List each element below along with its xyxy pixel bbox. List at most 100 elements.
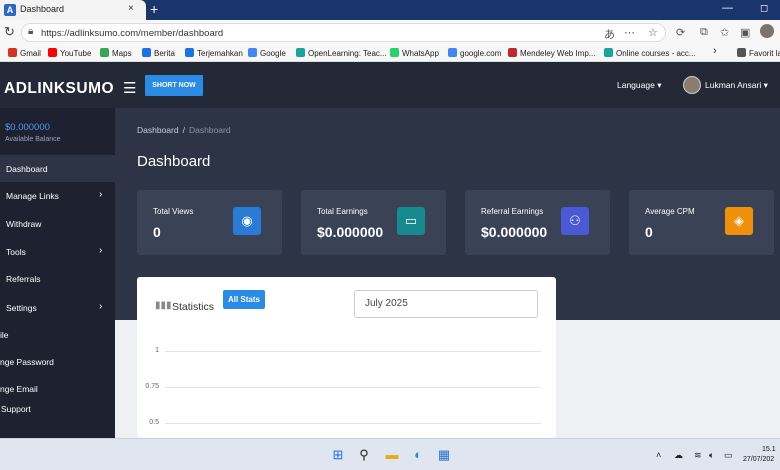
window-minimize-icon[interactable]: — [722,2,733,14]
bookmark-label: Maps [112,49,132,58]
cloud-sync-icon[interactable]: ☁ [674,450,683,461]
bookmark-favicon-icon [737,48,746,57]
user-menu[interactable]: Lukman Ansari ▾ [705,80,768,91]
wifi-icon[interactable]: ≋ [694,450,702,461]
breadcrumb: Dashboard / Dashboard [137,125,231,135]
extensions-icon[interactable]: ⧉ [700,26,708,39]
url-text[interactable]: https://adlinksumo.com/member/dashboard [41,28,223,39]
y-axis-tick: 0.75 [145,383,159,390]
chart-gridline [165,387,541,388]
available-balance-label: Available Balance [5,136,61,143]
bookmarks-overflow-icon[interactable]: › [713,45,717,57]
bookmark-item[interactable]: Mendeley Web Imp... [508,48,595,58]
stat-card-value: 0 [645,224,653,240]
edge-browser-icon[interactable]: ◐ [410,447,426,463]
battery-icon[interactable]: ▭ [724,450,733,461]
bookmark-item[interactable]: WhatsApp [390,48,439,58]
sidebar-subitem-change-password[interactable]: nge Password [0,357,54,367]
sidebar-subitem-change-email[interactable]: nge Email [0,384,38,394]
chart-gridline [165,351,541,352]
all-stats-button[interactable]: All Stats [223,290,265,309]
chart-gridline [165,423,541,424]
new-tab-button[interactable]: + [150,2,158,16]
bookmark-item[interactable]: Terjemahkan [185,48,243,58]
more-tools-icon[interactable]: ⋯ [624,26,635,39]
language-dropdown[interactable]: Language ▾ [617,80,661,91]
sidebar-item-dashboard[interactable]: Dashboard [6,164,48,174]
file-explorer-icon[interactable]: ▬ [384,447,400,463]
y-axis-tick: 0.5 [149,419,159,426]
breadcrumb-current: Dashboard [188,125,231,135]
sidebar-item-withdraw[interactable]: Withdraw [6,219,41,229]
bookmark-item[interactable]: YouTube [48,48,91,58]
clock-date[interactable]: 27/07/202 [743,456,774,463]
sidebar-item-tools[interactable]: Tools [6,247,26,257]
collections-icon[interactable]: ▣ [740,26,750,39]
bookmark-item[interactable]: google.com [448,48,501,58]
lock-icon[interactable]: 🔒︎ [28,26,33,37]
sidebar-item-support[interactable]: Support [1,404,31,414]
window-restore-icon[interactable]: ◻ [760,3,768,14]
bookmark-favicon-icon [142,48,151,57]
bookmark-label: Online courses - acc... [616,49,696,58]
bar-chart-icon: ▮▮▮ [155,300,172,311]
app-header [0,62,780,108]
search-icon[interactable]: ⚲ [356,447,372,463]
browser-tab-active[interactable]: A Dashboard × [0,0,146,20]
views-icon: ◉ [233,207,261,235]
bookmark-label: Gmail [20,49,41,58]
menu-toggle-icon[interactable]: ☰ [123,79,136,97]
bookmark-favicon-icon [8,48,17,57]
sidebar-item-manage-links[interactable]: Manage Links [6,191,59,201]
bookmark-item[interactable]: Gmail [8,48,41,58]
clock-time[interactable]: 15.1 [762,446,776,453]
breadcrumb-link-dashboard[interactable]: Dashboard [137,125,179,135]
sidebar-subitem-profile[interactable]: ile [0,330,9,340]
month-select-value: July 2025 [365,298,408,309]
bookmark-item[interactable]: Berita [142,48,175,58]
bookmark-item[interactable]: OpenLearning: Teac... [296,48,387,58]
bookmark-item[interactable]: Online courses - acc... [604,48,696,58]
referral-users-icon: ⚇ [561,207,589,235]
chevron-right-icon: › [99,189,103,200]
windows-start-icon[interactable]: ⊞ [330,447,346,463]
bookmark-label: google.com [460,49,502,58]
bookmark-label: OpenLearning: Teac... [308,49,387,58]
stat-card-label: Average CPM [645,207,695,216]
site-favicon-icon: A [4,4,16,16]
tray-overflow-icon[interactable]: ˄ [656,450,661,460]
bookmark-item[interactable]: Maps [100,48,132,58]
y-axis-tick: 1 [155,347,159,354]
bookmark-favicon-icon [296,48,305,57]
user-avatar[interactable] [683,76,701,94]
bookmark-favicon-icon [508,48,517,57]
bookmark-favicon-icon [185,48,194,57]
page-title: Dashboard [137,153,211,170]
language-label: Language [617,80,655,90]
stat-card-value: $0.000000 [317,224,384,240]
sidebar-item-referrals[interactable]: Referrals [6,274,40,284]
bookmark-favicon-icon [390,48,399,57]
store-icon[interactable]: ▦ [436,447,452,463]
tab-close-icon[interactable]: × [128,3,134,14]
bookmark-label: Google [260,49,286,58]
profile-avatar-icon[interactable] [760,24,774,38]
bookmark-label: Mendeley Web Imp... [520,49,596,58]
volume-icon[interactable]: 🔈︎ [709,450,714,461]
bookmark-label: Berita [154,49,175,58]
favorites-icon[interactable]: ✩ [720,26,729,39]
bookmark-item[interactable]: Google [248,48,286,58]
chevron-right-icon: › [99,245,103,256]
favorite-star-icon[interactable]: ☆ [648,26,658,39]
bookmark-label: YouTube [60,49,92,58]
tab-title: Dashboard [20,4,65,14]
refresh-page-icon[interactable]: ⟳ [676,26,685,39]
reload-icon[interactable]: ↻ [4,24,15,40]
bookmark-item[interactable]: Favorit la [737,48,780,58]
bookmark-favicon-icon [48,48,57,57]
short-now-button[interactable]: SHORT NOW [145,75,203,96]
stat-card-label: Referral Earnings [481,207,544,216]
read-aloud-icon[interactable]: あ [604,26,615,42]
sidebar-item-settings[interactable]: Settings [6,303,37,313]
brand-logo[interactable]: ADLINKSUMO [4,80,114,98]
